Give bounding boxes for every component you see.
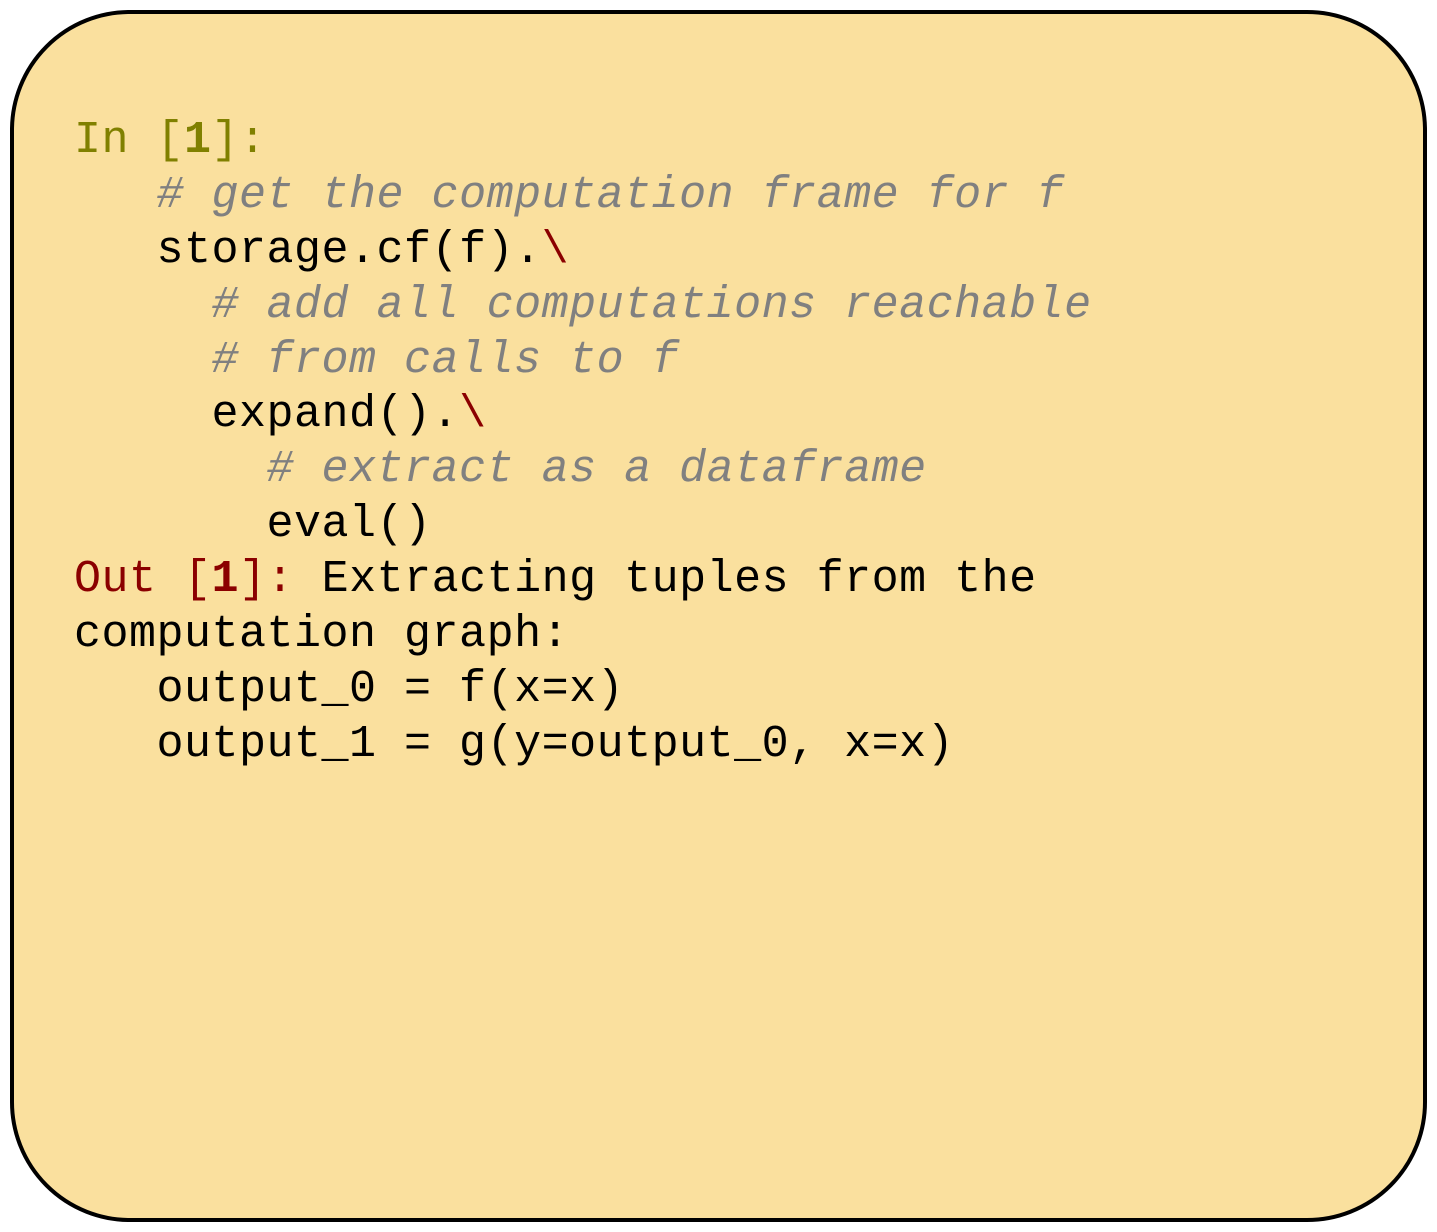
code-cell: In [1]: # get the computation frame for … xyxy=(10,10,1427,1222)
output-line-3: output_0 = f(x=x) xyxy=(74,663,1363,718)
output-text: output_0 = f(x=x) xyxy=(74,664,624,715)
code-line-comment-3: # from calls to f xyxy=(74,334,1363,389)
code-text: storage.cf(f). xyxy=(157,225,542,276)
input-prompt: In [1]: xyxy=(74,115,267,166)
code-line-comment-4: # extract as a dataframe xyxy=(74,443,1363,498)
code-line-comment-2: # add all computations reachable xyxy=(74,279,1363,334)
comment-text: # from calls to f xyxy=(212,335,680,386)
output-text: Extracting tuples from the xyxy=(294,554,1037,605)
code-text: expand(). xyxy=(212,389,460,440)
comment-text: # extract as a dataframe xyxy=(267,444,927,495)
line-continuation: \ xyxy=(459,389,487,440)
code-line-1: storage.cf(f).\ xyxy=(74,224,1363,279)
output-text: output_1 = g(y=output_0, x=x) xyxy=(74,719,954,770)
code-line-2: expand().\ xyxy=(74,388,1363,443)
output-line-2: computation graph: xyxy=(74,608,1363,663)
input-prompt-line: In [1]: xyxy=(74,114,1363,169)
comment-text: # add all computations reachable xyxy=(212,280,1092,331)
output-line-1: Out [1]: Extracting tuples from the xyxy=(74,553,1363,608)
output-text: computation graph: xyxy=(74,609,569,660)
line-continuation: \ xyxy=(542,225,570,276)
code-line-comment-1: # get the computation frame for f xyxy=(74,169,1363,224)
output-line-4: output_1 = g(y=output_0, x=x) xyxy=(74,718,1363,773)
code-line-3: eval() xyxy=(74,498,1363,553)
comment-text: # get the computation frame for f xyxy=(157,170,1065,221)
output-prompt: Out [1]: xyxy=(74,554,294,605)
code-text: eval() xyxy=(267,499,432,550)
